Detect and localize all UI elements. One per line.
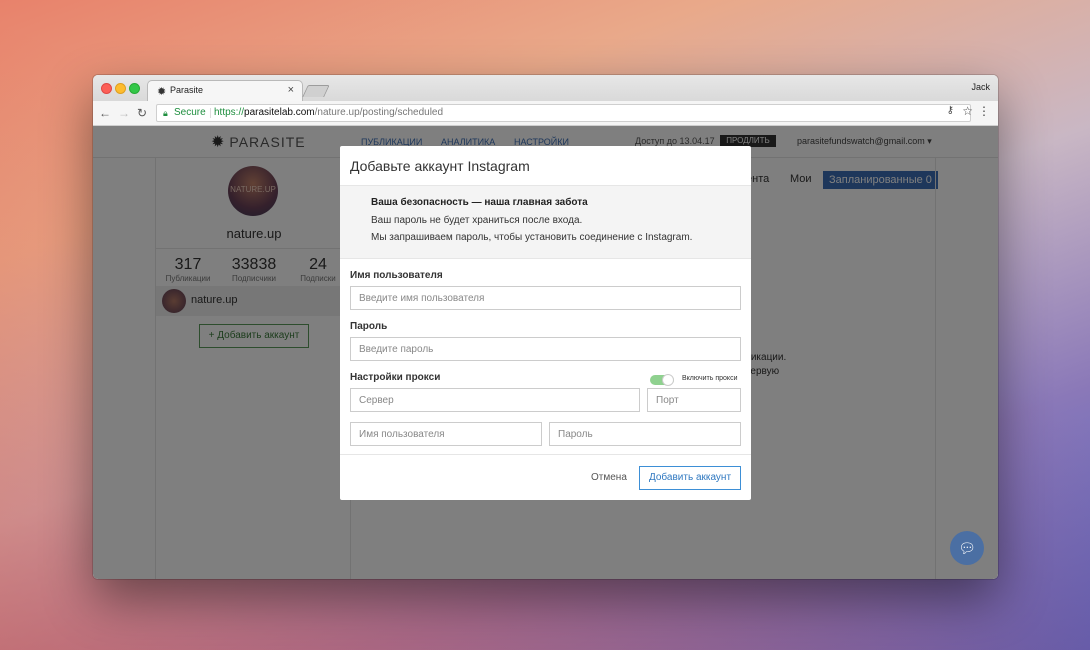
- maximize-window-button[interactable]: [129, 83, 140, 94]
- browser-tab[interactable]: ✹ Parasite ×: [147, 80, 303, 102]
- url-scheme: https://: [214, 107, 245, 118]
- modal-title: Добавьте аккаунт Instagram: [350, 158, 530, 174]
- browser-profile-name[interactable]: Jack: [971, 82, 990, 92]
- title-bar: ✹ Parasite × Jack: [93, 75, 998, 102]
- notice-text: Ваш пароль не будет храниться после вход…: [371, 215, 583, 226]
- lock-icon: 🔒︎: [163, 108, 168, 118]
- proxy-username-input[interactable]: [350, 422, 542, 446]
- tab-close-icon[interactable]: ×: [288, 84, 294, 96]
- proxy-toggle[interactable]: [650, 374, 674, 386]
- url-path: /nature.up/posting/scheduled: [314, 107, 444, 118]
- chat-bubble-icon[interactable]: 💬︎: [950, 531, 984, 565]
- web-page: ✹PARASITE ПУБЛИКАЦИИ АНАЛИТИКА НАСТРОЙКИ…: [93, 126, 998, 579]
- proxy-server-input[interactable]: [350, 388, 640, 412]
- secure-label: Secure: [174, 107, 206, 118]
- notice-text: Мы запрашиваем пароль, чтобы установить …: [371, 232, 693, 243]
- kebab-menu-icon[interactable]: ⋮: [978, 104, 990, 118]
- password-label: Пароль: [350, 321, 388, 332]
- browser-window: ✹ Parasite × Jack ← → ↻ 🔒︎ Secure https:…: [93, 75, 998, 579]
- toggle-knob: [662, 374, 674, 386]
- proxy-port-input[interactable]: [647, 388, 741, 412]
- address-separator: [210, 108, 211, 118]
- minimize-window-button[interactable]: [115, 83, 126, 94]
- forward-arrow-icon[interactable]: →: [118, 106, 130, 120]
- username-input[interactable]: [350, 286, 741, 310]
- reload-icon[interactable]: ↻: [137, 106, 147, 120]
- close-window-button[interactable]: [101, 83, 112, 94]
- add-instagram-account-modal: Добавьте аккаунт Instagram Ваша безопасн…: [340, 146, 751, 500]
- address-bar[interactable]: 🔒︎ Secure https://parasitelab.com/nature…: [156, 104, 971, 122]
- security-notice: Ваша безопасность — наша главная забота …: [340, 185, 751, 259]
- proxy-settings-label: Настройки прокси: [350, 372, 441, 383]
- notice-heading: Ваша безопасность — наша главная забота: [371, 197, 588, 208]
- parasite-favicon-icon: ✹: [157, 86, 167, 98]
- new-tab-button[interactable]: [302, 85, 330, 97]
- proxy-password-input[interactable]: [549, 422, 741, 446]
- url-text: https://parasitelab.com/nature.up/postin…: [214, 105, 443, 121]
- password-input[interactable]: [350, 337, 741, 361]
- username-label: Имя пользователя: [350, 270, 443, 281]
- back-arrow-icon[interactable]: ←: [99, 106, 111, 120]
- browser-toolbar: ← → ↻ 🔒︎ Secure https://parasitelab.com/…: [93, 101, 998, 126]
- url-host: parasitelab.com: [244, 107, 315, 118]
- cancel-button[interactable]: Отмена: [591, 472, 627, 483]
- tab-title: Parasite: [170, 85, 204, 95]
- bookmark-star-icon[interactable]: ☆: [962, 104, 973, 118]
- key-icon[interactable]: ⚷: [947, 105, 954, 116]
- proxy-toggle-label: Включить прокси: [682, 375, 738, 382]
- add-account-submit-button[interactable]: Добавить аккаунт: [639, 466, 741, 490]
- footer-divider: [340, 454, 751, 455]
